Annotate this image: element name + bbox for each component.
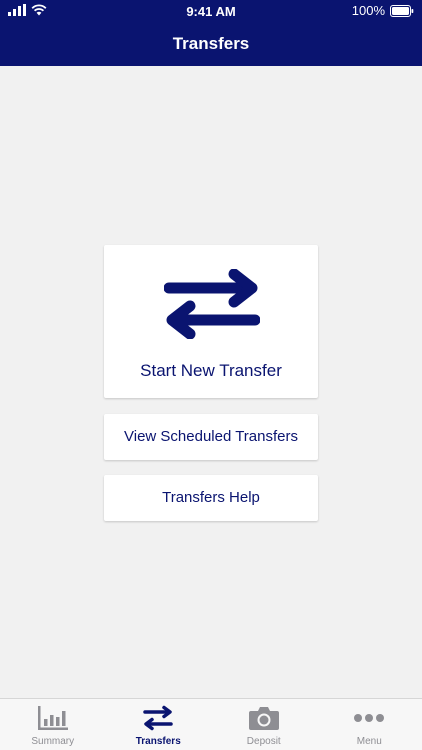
status-bar: 9:41 AM 100% <box>0 0 422 22</box>
app-header: 9:41 AM 100% Transfers <box>0 0 422 66</box>
battery-percent: 100% <box>351 3 385 18</box>
transfer-arrows-icon <box>164 269 260 339</box>
more-dots-icon <box>354 714 385 722</box>
status-right: 100% <box>352 3 414 18</box>
bar-chart-icon <box>37 706 68 730</box>
view-scheduled-transfers-button[interactable]: View Scheduled Transfers <box>104 414 318 460</box>
tab-summary[interactable]: Summary <box>0 699 106 750</box>
tab-deposit-label: Deposit <box>246 736 281 747</box>
battery-icon <box>390 4 414 17</box>
tab-deposit[interactable]: Deposit <box>211 699 317 750</box>
tab-transfers-label: Transfers <box>135 736 181 747</box>
tab-summary-label: Summary <box>31 736 75 747</box>
tab-bar: Summary Transfers Deposit Menu <box>0 698 422 750</box>
tab-menu[interactable]: Menu <box>317 699 422 750</box>
transfer-arrows-icon <box>143 705 173 731</box>
tab-transfers[interactable]: Transfers <box>106 699 212 750</box>
camera-icon <box>248 707 279 730</box>
tab-menu-label: Menu <box>356 736 382 747</box>
start-new-transfer-label: Start New Transfer <box>140 361 282 380</box>
transfers-help-button[interactable]: Transfers Help <box>104 475 318 521</box>
start-new-transfer-button[interactable]: Start New Transfer <box>104 245 318 398</box>
page-title: Transfers <box>172 34 250 53</box>
